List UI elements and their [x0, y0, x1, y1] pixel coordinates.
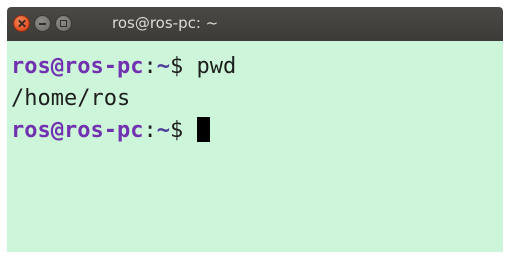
terminal-line: /home/ros — [11, 83, 236, 115]
terminal-window: ros@ros-pc: ~ ros@ros-pc:~$ pwd /home/ro… — [7, 7, 503, 252]
minimize-icon[interactable] — [34, 15, 51, 32]
close-icon[interactable] — [13, 15, 30, 32]
command-text: pwd — [196, 54, 237, 79]
prompt-separator: : — [143, 118, 157, 143]
title-bar[interactable]: ros@ros-pc: ~ — [7, 7, 503, 41]
text-cursor — [197, 117, 211, 142]
prompt-path: ~ — [156, 118, 170, 143]
command-output: /home/ros — [11, 86, 131, 111]
prompt-symbol: $ — [169, 54, 197, 79]
terminal-line: ros@ros-pc:~$ — [11, 115, 236, 147]
prompt-path: ~ — [156, 54, 170, 79]
terminal-area[interactable]: ros@ros-pc:~$ pwd /home/ros ros@ros-pc:~… — [11, 51, 236, 147]
maximize-icon[interactable] — [55, 15, 72, 32]
prompt-user: ros@ros-pc — [11, 118, 144, 143]
prompt-separator: : — [143, 54, 157, 79]
window-title: ros@ros-pc: ~ — [112, 14, 219, 32]
prompt-user: ros@ros-pc — [11, 54, 144, 79]
prompt-symbol: $ — [169, 118, 197, 143]
terminal-line: ros@ros-pc:~$ pwd — [11, 51, 236, 83]
